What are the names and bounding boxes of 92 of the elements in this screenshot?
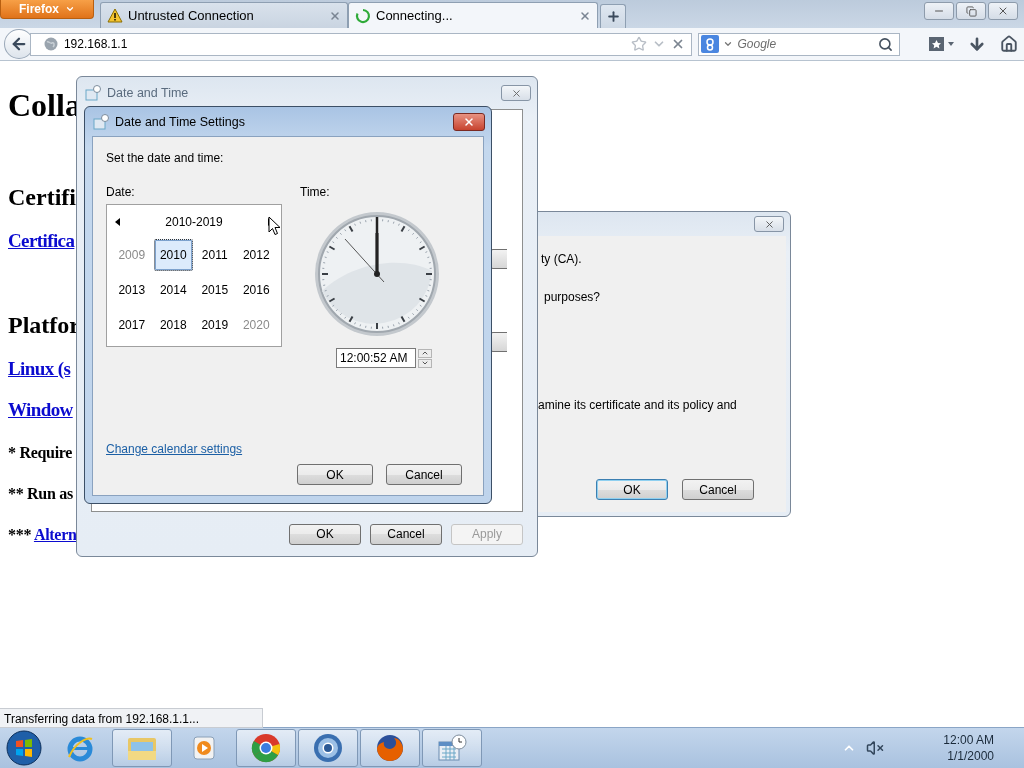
close-icon — [510, 87, 522, 99]
year-cell[interactable]: 2011 — [195, 239, 235, 271]
plus-icon — [605, 9, 621, 24]
close-icon — [329, 9, 341, 22]
calendar-settings-link[interactable]: Change calendar settings — [106, 442, 243, 456]
new-tab-button[interactable] — [600, 4, 626, 28]
home-icon — [1000, 35, 1018, 53]
close-button[interactable] — [501, 85, 531, 101]
clock-date: 1/1/2000 — [947, 748, 994, 764]
page-link[interactable]: Linux (s — [8, 358, 71, 379]
dialog-button[interactable]: Cancel — [386, 464, 462, 485]
year-cell[interactable]: 2013 — [112, 274, 152, 306]
status-text: Transferring data from 192.168.1.1... — [0, 708, 263, 728]
dialog-text: purposes? — [544, 290, 602, 304]
muted-speaker-icon — [866, 739, 884, 757]
calendar-clock-icon — [93, 113, 109, 130]
caret-icon — [65, 4, 75, 14]
decade-title[interactable]: 2010-2019 — [161, 213, 227, 231]
footnote-text: * Require — [8, 444, 73, 461]
dialog-button[interactable]: OK — [596, 479, 668, 500]
restore-icon — [965, 5, 977, 17]
globe-icon — [42, 36, 59, 52]
close-icon — [463, 115, 475, 128]
dialog-button[interactable]: Cancel — [370, 523, 442, 545]
close-icon — [997, 5, 1009, 17]
warning-icon — [107, 7, 123, 24]
close-button[interactable] — [988, 2, 1018, 20]
close-button[interactable] — [754, 216, 784, 232]
download-icon — [968, 35, 986, 53]
globe-icon — [312, 732, 344, 764]
dialog-button[interactable]: OK — [297, 464, 373, 485]
start-button[interactable] — [4, 728, 44, 768]
taskbar-clock[interactable]: 12:00 AM 1/1/2000 — [894, 732, 1020, 764]
footnote-text: ** Run as — [8, 485, 73, 502]
year-cell[interactable]: 2009 — [112, 239, 152, 271]
footnote-text: *** — [8, 526, 33, 543]
restore-button[interactable] — [956, 2, 986, 20]
firefox-icon — [374, 732, 406, 764]
year-cell[interactable]: 2014 — [153, 274, 193, 306]
tab-title: Untrusted Connection — [128, 8, 255, 23]
taskbar-app-button[interactable] — [360, 729, 420, 767]
address-bar[interactable]: 192.168.1.1 — [29, 32, 693, 56]
year-cell[interactable]: 2018 — [153, 309, 193, 341]
page-link[interactable]: Certifica — [8, 230, 75, 251]
taskbar-app-button[interactable] — [236, 729, 296, 767]
year-cell[interactable]: 2016 — [236, 274, 276, 306]
clock-time: 12:00 AM — [943, 732, 994, 748]
year-cell[interactable]: 2020 — [236, 309, 276, 341]
search-engine-icon — [701, 35, 720, 53]
loading-spinner-icon — [355, 7, 371, 24]
year-cell[interactable]: 2019 — [195, 309, 235, 341]
close-icon — [579, 9, 591, 22]
calendar-clock-icon — [436, 733, 468, 763]
spin-down-button[interactable] — [418, 358, 432, 368]
taskbar-app-button[interactable] — [422, 729, 482, 767]
address-field[interactable]: 192.168.1.1 — [63, 37, 627, 51]
taskbar-app-button[interactable] — [298, 729, 358, 767]
time-field[interactable]: 12:00:52 AM — [336, 348, 416, 368]
dialog-text: amine its certificate and its policy and — [538, 398, 738, 412]
page-link[interactable]: Window — [8, 399, 73, 420]
tab-title: Connecting... — [376, 8, 454, 23]
window-title: Date and Time — [107, 86, 190, 100]
home-button[interactable] — [998, 33, 1020, 55]
year-cell[interactable]: 2017 — [112, 309, 152, 341]
calendar-clock-icon — [85, 85, 101, 101]
time-label: Time: — [300, 185, 331, 199]
dropdown-icon — [723, 39, 734, 49]
dialog-title: Date and Time Settings — [115, 114, 246, 129]
year-cell[interactable]: 2010 — [153, 239, 193, 271]
dialog-button[interactable]: OK — [289, 523, 361, 545]
browser-tab[interactable]: Untrusted Connection — [100, 2, 348, 28]
page-heading: Certifi — [8, 184, 76, 210]
date-label: Date: — [106, 185, 136, 199]
dialog-text: ty (CA). — [541, 252, 583, 266]
bookmarks-icon — [928, 36, 956, 52]
browser-tab[interactable]: Connecting... — [348, 2, 598, 28]
page-link[interactable]: Altern — [33, 526, 77, 543]
media-player-icon — [191, 734, 217, 762]
bookmark-star-icon — [631, 36, 648, 52]
prompt-text: Set the date and time: — [106, 151, 225, 165]
year-cell[interactable]: 2012 — [236, 239, 276, 271]
page-heading: Platfor — [8, 312, 80, 338]
search-bar[interactable]: Google — [698, 32, 900, 56]
search-icon — [878, 36, 893, 52]
chrome-icon — [250, 732, 282, 764]
dialog-button[interactable]: Cancel — [682, 479, 754, 500]
spin-up-button[interactable] — [418, 348, 432, 358]
close-icon — [763, 218, 775, 230]
windows-logo-icon — [4, 728, 44, 768]
year-cell[interactable]: 2015 — [195, 274, 235, 306]
close-button[interactable] — [453, 112, 485, 131]
left-triangle-icon — [115, 218, 121, 226]
